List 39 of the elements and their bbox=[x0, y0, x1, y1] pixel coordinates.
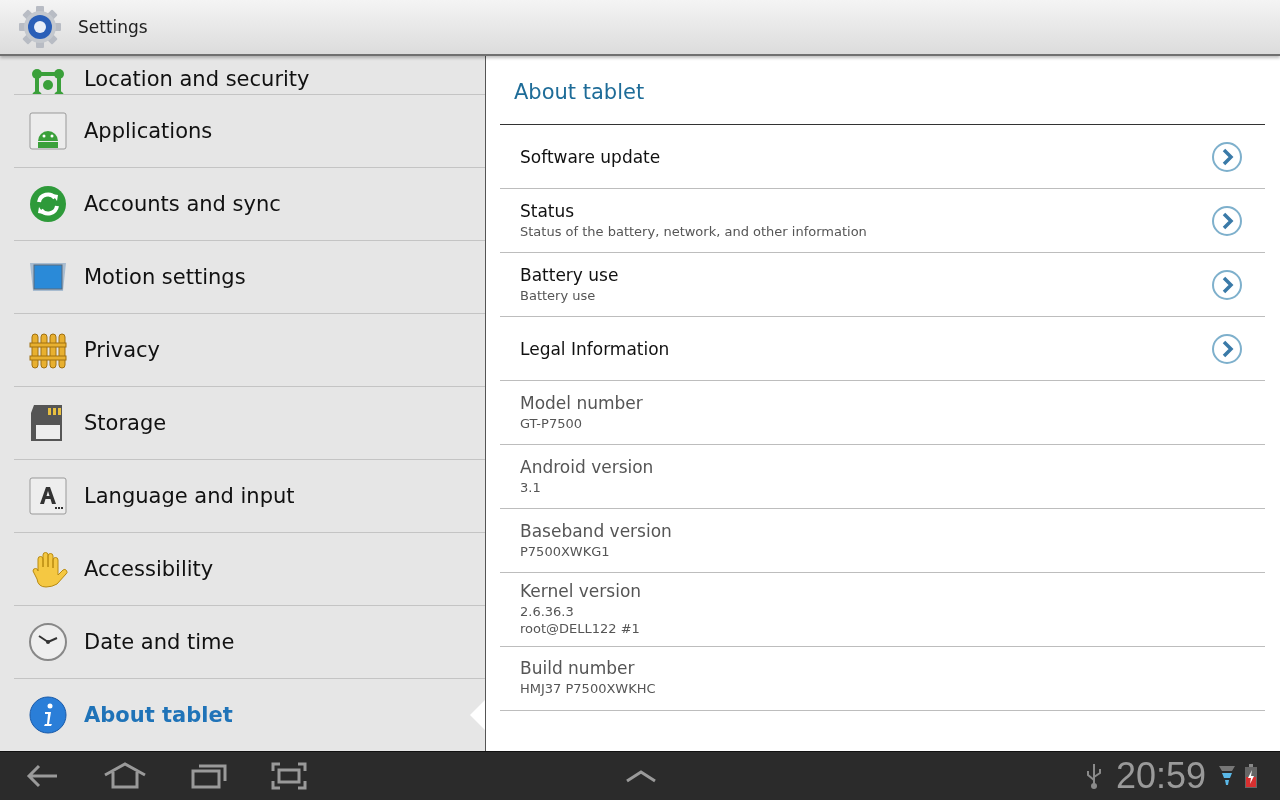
preference-row: Baseband version P7500XWKG1 bbox=[500, 509, 1265, 573]
preference-row: Build number HMJ37 P7500XWKHC bbox=[500, 646, 1265, 711]
sidebar-item[interactable]: Date and time bbox=[14, 606, 485, 679]
sidebar-item[interactable]: Language and input bbox=[14, 460, 485, 533]
selection-pointer-icon bbox=[470, 699, 485, 731]
settings-icon bbox=[18, 5, 62, 49]
chevron-right-icon bbox=[1211, 332, 1243, 365]
preference-row[interactable]: Legal Information bbox=[500, 317, 1265, 381]
battery-charging-icon bbox=[1244, 763, 1258, 789]
section-title: About tablet bbox=[500, 56, 1265, 125]
sidebar-item[interactable]: Privacy bbox=[14, 314, 485, 387]
chevron-right-icon bbox=[1211, 140, 1243, 173]
sidebar-item[interactable]: Accounts and sync bbox=[14, 168, 485, 241]
sync-icon bbox=[28, 184, 68, 224]
preference-row: Android version 3.1 bbox=[500, 445, 1265, 509]
clock-time: 20:59 bbox=[1115, 755, 1206, 797]
app-title: Settings bbox=[78, 17, 148, 37]
sidebar-item[interactable]: Location and security bbox=[14, 56, 485, 95]
clock-icon bbox=[28, 622, 68, 662]
caret-up-icon[interactable] bbox=[625, 769, 657, 783]
chevron-right-icon bbox=[1211, 204, 1243, 237]
preference-row: Kernel version 2.6.36.3 root@DELL122 #1 bbox=[500, 573, 1265, 647]
chevron-right-icon bbox=[1211, 268, 1243, 301]
preference-row[interactable]: Status Status of the battery, network, and other information bbox=[500, 189, 1265, 253]
fence-icon bbox=[28, 330, 68, 370]
preference-row[interactable]: Battery use Battery use bbox=[500, 253, 1265, 317]
home-icon[interactable] bbox=[102, 761, 148, 791]
keyboard-letter-icon bbox=[28, 476, 68, 516]
info-icon bbox=[28, 695, 68, 735]
sidebar-item[interactable]: Motion settings bbox=[14, 241, 485, 314]
screenshot-icon[interactable] bbox=[270, 761, 308, 791]
sidebar-item[interactable]: Applications bbox=[14, 95, 485, 168]
preference-row[interactable]: Software update bbox=[500, 125, 1265, 189]
wifi-signal-icon bbox=[1218, 764, 1236, 788]
sidebar-item[interactable]: Accessibility bbox=[14, 533, 485, 606]
preference-row: Model number GT-P7500 bbox=[500, 381, 1265, 445]
sidebar-item[interactable]: Storage bbox=[14, 387, 485, 460]
sidebar-item[interactable]: About tablet bbox=[14, 679, 485, 751]
robot-icon bbox=[28, 111, 68, 151]
